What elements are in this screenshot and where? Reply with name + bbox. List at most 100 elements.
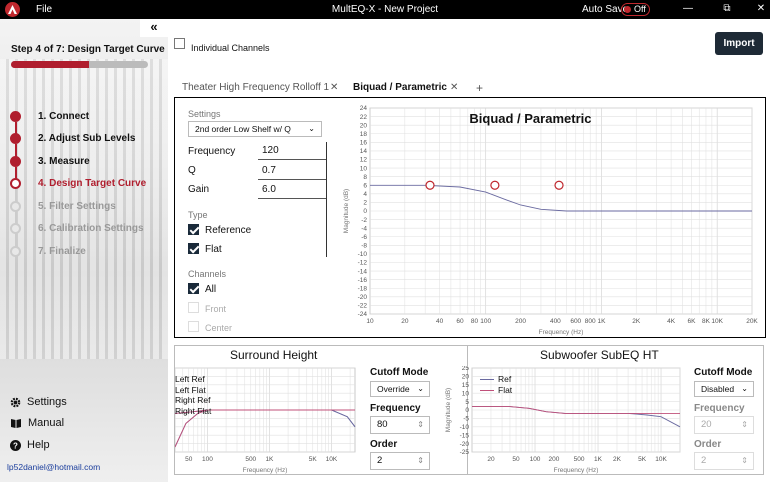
step-indicator [10, 178, 21, 189]
x-tick-label: 80 [471, 318, 479, 325]
y-tick-label: 22 [360, 114, 368, 121]
tab-close-icon[interactable]: ✕ [450, 82, 458, 93]
subwoofer-chart[interactable]: 25 20 15 10 5 0 -5 -10 -15 -20 -25 20 50 100 200 500 1K 2… [442, 365, 686, 474]
title-bar: File MultEQ-X - New Project Auto Save Of… [0, 0, 770, 19]
step-finalize[interactable]: 7. Finalize [0, 242, 168, 262]
step-filter-settings[interactable]: 5. Filter Settings [0, 197, 168, 226]
curve-editor-panel: Settings 2nd order Low Shelf w/ Q ⌄ Freq… [174, 97, 766, 338]
type-reference-checkbox[interactable] [188, 224, 199, 235]
x-tick-label: 500 [574, 456, 585, 463]
channel-front-label: Front [205, 304, 227, 314]
y-tick-label: 2 [363, 200, 367, 207]
channel-center-label: Center [205, 323, 233, 333]
x-tick-label: 400 [550, 318, 561, 325]
step-indicator [10, 111, 21, 122]
surround-frequency-input[interactable]: 80 ⇕ [370, 416, 430, 434]
subwoofer-order-label: Order [694, 439, 722, 450]
surround-frequency-value: 80 [377, 419, 388, 430]
close-button[interactable]: ✕ [754, 3, 768, 14]
y-tick-label: 20 [360, 122, 368, 129]
legend-swatch-ref [480, 379, 494, 380]
help-label: Help [27, 439, 50, 451]
help-link[interactable]: ? Help [10, 439, 50, 451]
legend-ref: Ref [498, 374, 512, 384]
biquad-chart[interactable]: 24 22 20 18 16 14 12 10 8 6 4 2 0 -2 -4 -6 -8 -10 -12 -14 -1… [340, 104, 760, 336]
x-tick-label: 200 [515, 318, 526, 325]
x-tick-label: 10K [711, 318, 723, 325]
step-label: 2. Adjust Sub Levels [38, 133, 136, 144]
channel-front-checkbox[interactable] [188, 302, 199, 313]
subwoofer-cutoff-mode-label: Cutoff Mode [694, 367, 753, 378]
filter-type-select[interactable]: 2nd order Low Shelf w/ Q ⌄ [188, 121, 322, 137]
manual-link[interactable]: Manual [10, 417, 64, 429]
y-tick-label: -2 [361, 217, 367, 224]
step-calibration-settings[interactable]: 6. Calibration Settings [0, 219, 168, 248]
x-tick-label: 5K [309, 456, 318, 463]
chart-svg: 242220181614121086420-2-4-6-8-10-12-14-1… [343, 105, 758, 336]
restore-button[interactable]: ⧉ [720, 3, 734, 14]
y-tick-label: -20 [358, 294, 368, 301]
gear-icon [10, 397, 21, 407]
filter-type-value: 2nd order Low Shelf w/ Q [195, 124, 291, 134]
x-tick-label: 20K [746, 318, 758, 325]
gain-input[interactable]: 6.0 [258, 181, 326, 199]
step-design-target-curve[interactable]: 4. Design Target Curve [0, 174, 168, 203]
settings-link[interactable]: Settings [10, 396, 67, 408]
y-tick-label: 10 [462, 390, 470, 397]
x-tick-label: 500 [245, 456, 256, 463]
x-tick-label: 100 [202, 456, 213, 463]
collapse-sidebar-button[interactable]: « [140, 19, 168, 37]
y-tick-label: 0 [465, 407, 469, 414]
individual-channels-checkbox[interactable] [174, 38, 185, 49]
book-icon [11, 418, 21, 428]
frequency-input[interactable]: 120 [258, 142, 326, 160]
x-tick-label: 600 [570, 318, 581, 325]
account-email[interactable]: lp52daniel@hotmail.com [7, 462, 100, 472]
subwoofer-cutoff-mode-select[interactable]: Disabled ⌄ [694, 381, 754, 397]
type-flat-checkbox[interactable] [188, 243, 199, 254]
legend-flat: Flat [498, 384, 513, 395]
channel-center-checkbox[interactable] [188, 321, 199, 332]
legend-left-ref: Left Ref [175, 374, 205, 384]
x-tick-label: 60 [456, 318, 464, 325]
filter-control-point [490, 180, 500, 190]
surround-cutoff-mode-select[interactable]: Override ⌄ [370, 381, 430, 397]
step-label: 5. Filter Settings [38, 201, 116, 212]
x-tick-label: 1K [265, 456, 274, 463]
step-progress-bar [11, 61, 148, 68]
y-tick-label: 4 [363, 191, 367, 198]
help-icon: ? [10, 439, 21, 451]
surround-order-input[interactable]: 2 ⇕ [370, 452, 430, 470]
filter-control-point [554, 180, 564, 190]
x-tick-label: 5K [638, 456, 647, 463]
step-label: 7. Finalize [38, 246, 86, 257]
channel-all-label: All [205, 284, 217, 295]
channel-all-checkbox[interactable] [188, 283, 199, 294]
subwoofer-panel: Subwoofer SubEQ HT 25 20 15 10 5 0 -5 -10 -15 -20… [436, 345, 764, 475]
step-indicator [10, 201, 21, 212]
subwoofer-frequency-input[interactable]: 20 ⇕ [694, 416, 754, 434]
import-button[interactable]: Import [715, 32, 763, 55]
auto-save-toggle[interactable]: Off [621, 3, 650, 16]
add-tab-button[interactable]: + [476, 81, 483, 95]
y-tick-label: -14 [358, 268, 368, 275]
subwoofer-order-input[interactable]: 2 ⇕ [694, 452, 754, 470]
y-tick-label: -10 [358, 251, 368, 258]
step-title: Step 4 of 7: Design Target Curve [11, 44, 165, 55]
step-measure[interactable]: 3. Measure [0, 152, 168, 181]
subwoofer-frequency-label: Frequency [694, 403, 745, 414]
minimize-button[interactable]: — [681, 3, 695, 14]
q-input[interactable]: 0.7 [258, 162, 326, 180]
y-tick-label: 14 [360, 148, 368, 155]
stepper-icon: ⇕ [417, 456, 424, 465]
tab-close-icon[interactable]: ✕ [330, 82, 338, 93]
tab-biquad-parametric[interactable]: Biquad / Parametric [353, 82, 447, 93]
subwoofer-frequency-value: 20 [701, 419, 712, 430]
step-indicator [10, 246, 21, 257]
y-tick-label: -18 [358, 285, 368, 292]
step-adjust-sub-levels[interactable]: 2. Adjust Sub Levels [0, 129, 168, 158]
window-title: MultEQ-X - New Project [331, 4, 439, 15]
step-connect[interactable]: 1. Connect [0, 107, 168, 136]
chart-title: Biquad / Parametric [469, 111, 591, 126]
tab-theater-high-frequency-rolloff[interactable]: Theater High Frequency Rolloff 1 [182, 82, 329, 93]
